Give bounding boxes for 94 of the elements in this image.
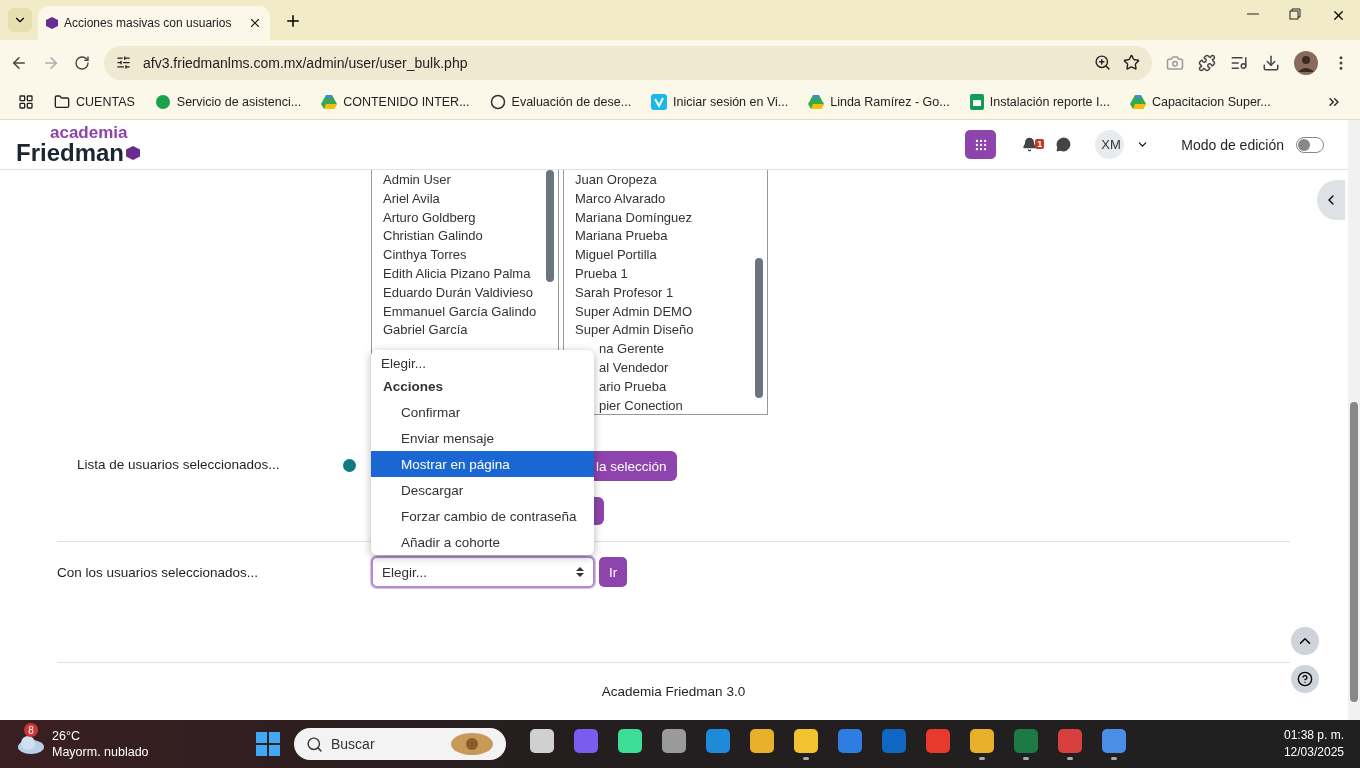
field-label: Lista de usuarios seleccionados... bbox=[77, 457, 281, 472]
profile-avatar[interactable] bbox=[1294, 50, 1318, 75]
user-option[interactable]: Eduardo Durán Valdivieso bbox=[383, 284, 546, 304]
site-info-icon[interactable] bbox=[116, 55, 131, 70]
bookmark-item[interactable]: Capacitacion Super... bbox=[1129, 95, 1271, 109]
site-logo[interactable]: academia Friedman bbox=[16, 124, 141, 165]
user-option[interactable]: Emmanuel García Galindo bbox=[383, 303, 546, 323]
app-icon[interactable] bbox=[970, 728, 994, 753]
bookmark-item[interactable]: CUENTAS bbox=[54, 94, 135, 110]
search-icon bbox=[306, 735, 323, 753]
app-icon[interactable] bbox=[662, 728, 686, 753]
extensions-icon[interactable] bbox=[1198, 53, 1216, 72]
clock[interactable]: 01:38 p. m. 12/03/2025 bbox=[1283, 727, 1344, 761]
user-option[interactable]: Cinthya Torres bbox=[383, 247, 546, 266]
user-option[interactable]: Super Admin DEMO bbox=[575, 303, 755, 323]
back-to-top-button[interactable] bbox=[1291, 627, 1319, 655]
restore-icon[interactable] bbox=[1289, 7, 1301, 20]
bell-icon bbox=[1022, 137, 1038, 152]
bookmark-item[interactable]: Linda Ramírez - Go... bbox=[808, 95, 950, 109]
drawer-toggle[interactable] bbox=[1317, 180, 1345, 220]
v-logo-icon bbox=[651, 94, 668, 110]
user-option[interactable]: Arturo Goldberg bbox=[383, 209, 546, 229]
sort-arrows-icon bbox=[576, 567, 584, 577]
user-option[interactable]: Miguel Portilla bbox=[575, 247, 755, 266]
scrollbar-thumb[interactable] bbox=[755, 258, 763, 398]
grid-icon bbox=[973, 137, 988, 152]
scrollbar-thumb[interactable] bbox=[546, 170, 554, 282]
option-group-label: Acciones bbox=[382, 378, 445, 396]
user-option[interactable]: Gabriel García bbox=[383, 322, 546, 342]
dropdown-option[interactable]: Añadir a cohorte bbox=[371, 529, 594, 555]
weather-widget[interactable]: 8 26°C Mayorm. nublado bbox=[16, 723, 256, 765]
drive-icon bbox=[1129, 95, 1146, 109]
user-option[interactable]: Edith Alicia Pizano Palma bbox=[383, 266, 546, 285]
user-option[interactable]: Christian Galindo bbox=[383, 228, 546, 248]
tab-menu-button[interactable] bbox=[8, 8, 32, 32]
close-tab-icon[interactable] bbox=[248, 16, 262, 30]
go-button[interactable]: Ir bbox=[599, 557, 627, 587]
apps-grid-icon[interactable] bbox=[18, 94, 34, 110]
field-label: Con los usuarios seleccionados... bbox=[57, 564, 260, 580]
folder-icon bbox=[54, 94, 70, 110]
start-icon[interactable] bbox=[256, 732, 280, 756]
drive-icon bbox=[321, 95, 338, 109]
sheet-icon bbox=[969, 94, 984, 110]
edit-mode-switch[interactable] bbox=[1296, 136, 1324, 153]
address-bar[interactable]: afv3.friedmanlms.com.mx/admin/user/user_bulk.php bbox=[104, 45, 1152, 80]
dropdown-option[interactable]: Enviar mensaje bbox=[371, 425, 594, 451]
reload-icon[interactable] bbox=[74, 54, 90, 71]
drive-icon bbox=[808, 95, 825, 109]
user-option[interactable]: Prueba 1 bbox=[575, 266, 755, 285]
help-button[interactable] bbox=[1291, 665, 1319, 693]
cloud-icon bbox=[16, 733, 46, 755]
notifications-button[interactable]: 1 bbox=[1022, 135, 1045, 154]
button-edge[interactable] bbox=[594, 497, 604, 525]
action-select[interactable]: Elegir... bbox=[371, 556, 595, 588]
help-icon bbox=[1297, 671, 1313, 687]
bookmark-item[interactable]: Iniciar sesión en Vi... bbox=[651, 94, 789, 110]
help-icon[interactable] bbox=[343, 459, 356, 472]
new-tab-icon[interactable] bbox=[284, 12, 302, 30]
app-icon[interactable] bbox=[618, 728, 642, 753]
dropdown-option[interactable]: Mostrar en página bbox=[371, 451, 594, 477]
zoom-icon[interactable] bbox=[1094, 54, 1111, 71]
user-option[interactable]: Mariana Prueba bbox=[575, 228, 755, 248]
messages-icon[interactable] bbox=[1056, 137, 1072, 152]
app-icon[interactable] bbox=[794, 728, 818, 753]
dropdown-option[interactable]: Forzar cambio de contraseña bbox=[371, 503, 594, 529]
selection-button[interactable]: la selección bbox=[594, 451, 677, 481]
browser-tab[interactable]: Acciones masivas con usuarios bbox=[38, 6, 270, 40]
dropdown-option[interactable]: Descargar bbox=[371, 477, 594, 503]
edit-mode-label: Modo de edición bbox=[1181, 136, 1284, 153]
bookmark-item[interactable]: CONTENIDO INTER... bbox=[321, 95, 470, 109]
app-icon[interactable] bbox=[750, 728, 774, 753]
user-avatar[interactable]: XM bbox=[1095, 130, 1125, 159]
user-option[interactable]: Mariana Domínguez bbox=[575, 209, 755, 229]
camera-icon[interactable] bbox=[1166, 53, 1184, 72]
app-icon[interactable] bbox=[706, 728, 730, 753]
user-option[interactable]: Sarah Profesor 1 bbox=[575, 284, 755, 304]
footer-text: Academia Friedman 3.0 bbox=[601, 684, 746, 699]
bookmark-item[interactable]: Servicio de asistenci... bbox=[154, 94, 302, 110]
bookmark-item[interactable]: Instalación reporte I... bbox=[969, 94, 1110, 110]
page-scrollbar-thumb[interactable] bbox=[1350, 402, 1358, 702]
circle-logo-icon bbox=[489, 94, 506, 110]
bookmark-item[interactable]: Evaluación de dese... bbox=[489, 94, 632, 110]
app-icon[interactable] bbox=[1102, 728, 1126, 753]
download-icon[interactable] bbox=[1262, 53, 1280, 72]
user-option[interactable]: Juan Oropeza bbox=[575, 172, 755, 191]
bookmark-star-icon[interactable] bbox=[1123, 54, 1140, 71]
user-option[interactable]: Super Admin Diseño bbox=[575, 322, 755, 342]
user-option[interactable]: Marco Alvarado bbox=[575, 190, 755, 210]
apps-button[interactable] bbox=[965, 130, 997, 159]
app-icon[interactable] bbox=[530, 728, 554, 753]
hexagon-icon bbox=[46, 17, 58, 29]
taskbar-search[interactable]: Buscar bbox=[294, 728, 506, 760]
user-option[interactable]: Admin User bbox=[383, 172, 546, 191]
user-option[interactable]: Ariel Avila bbox=[383, 190, 546, 210]
